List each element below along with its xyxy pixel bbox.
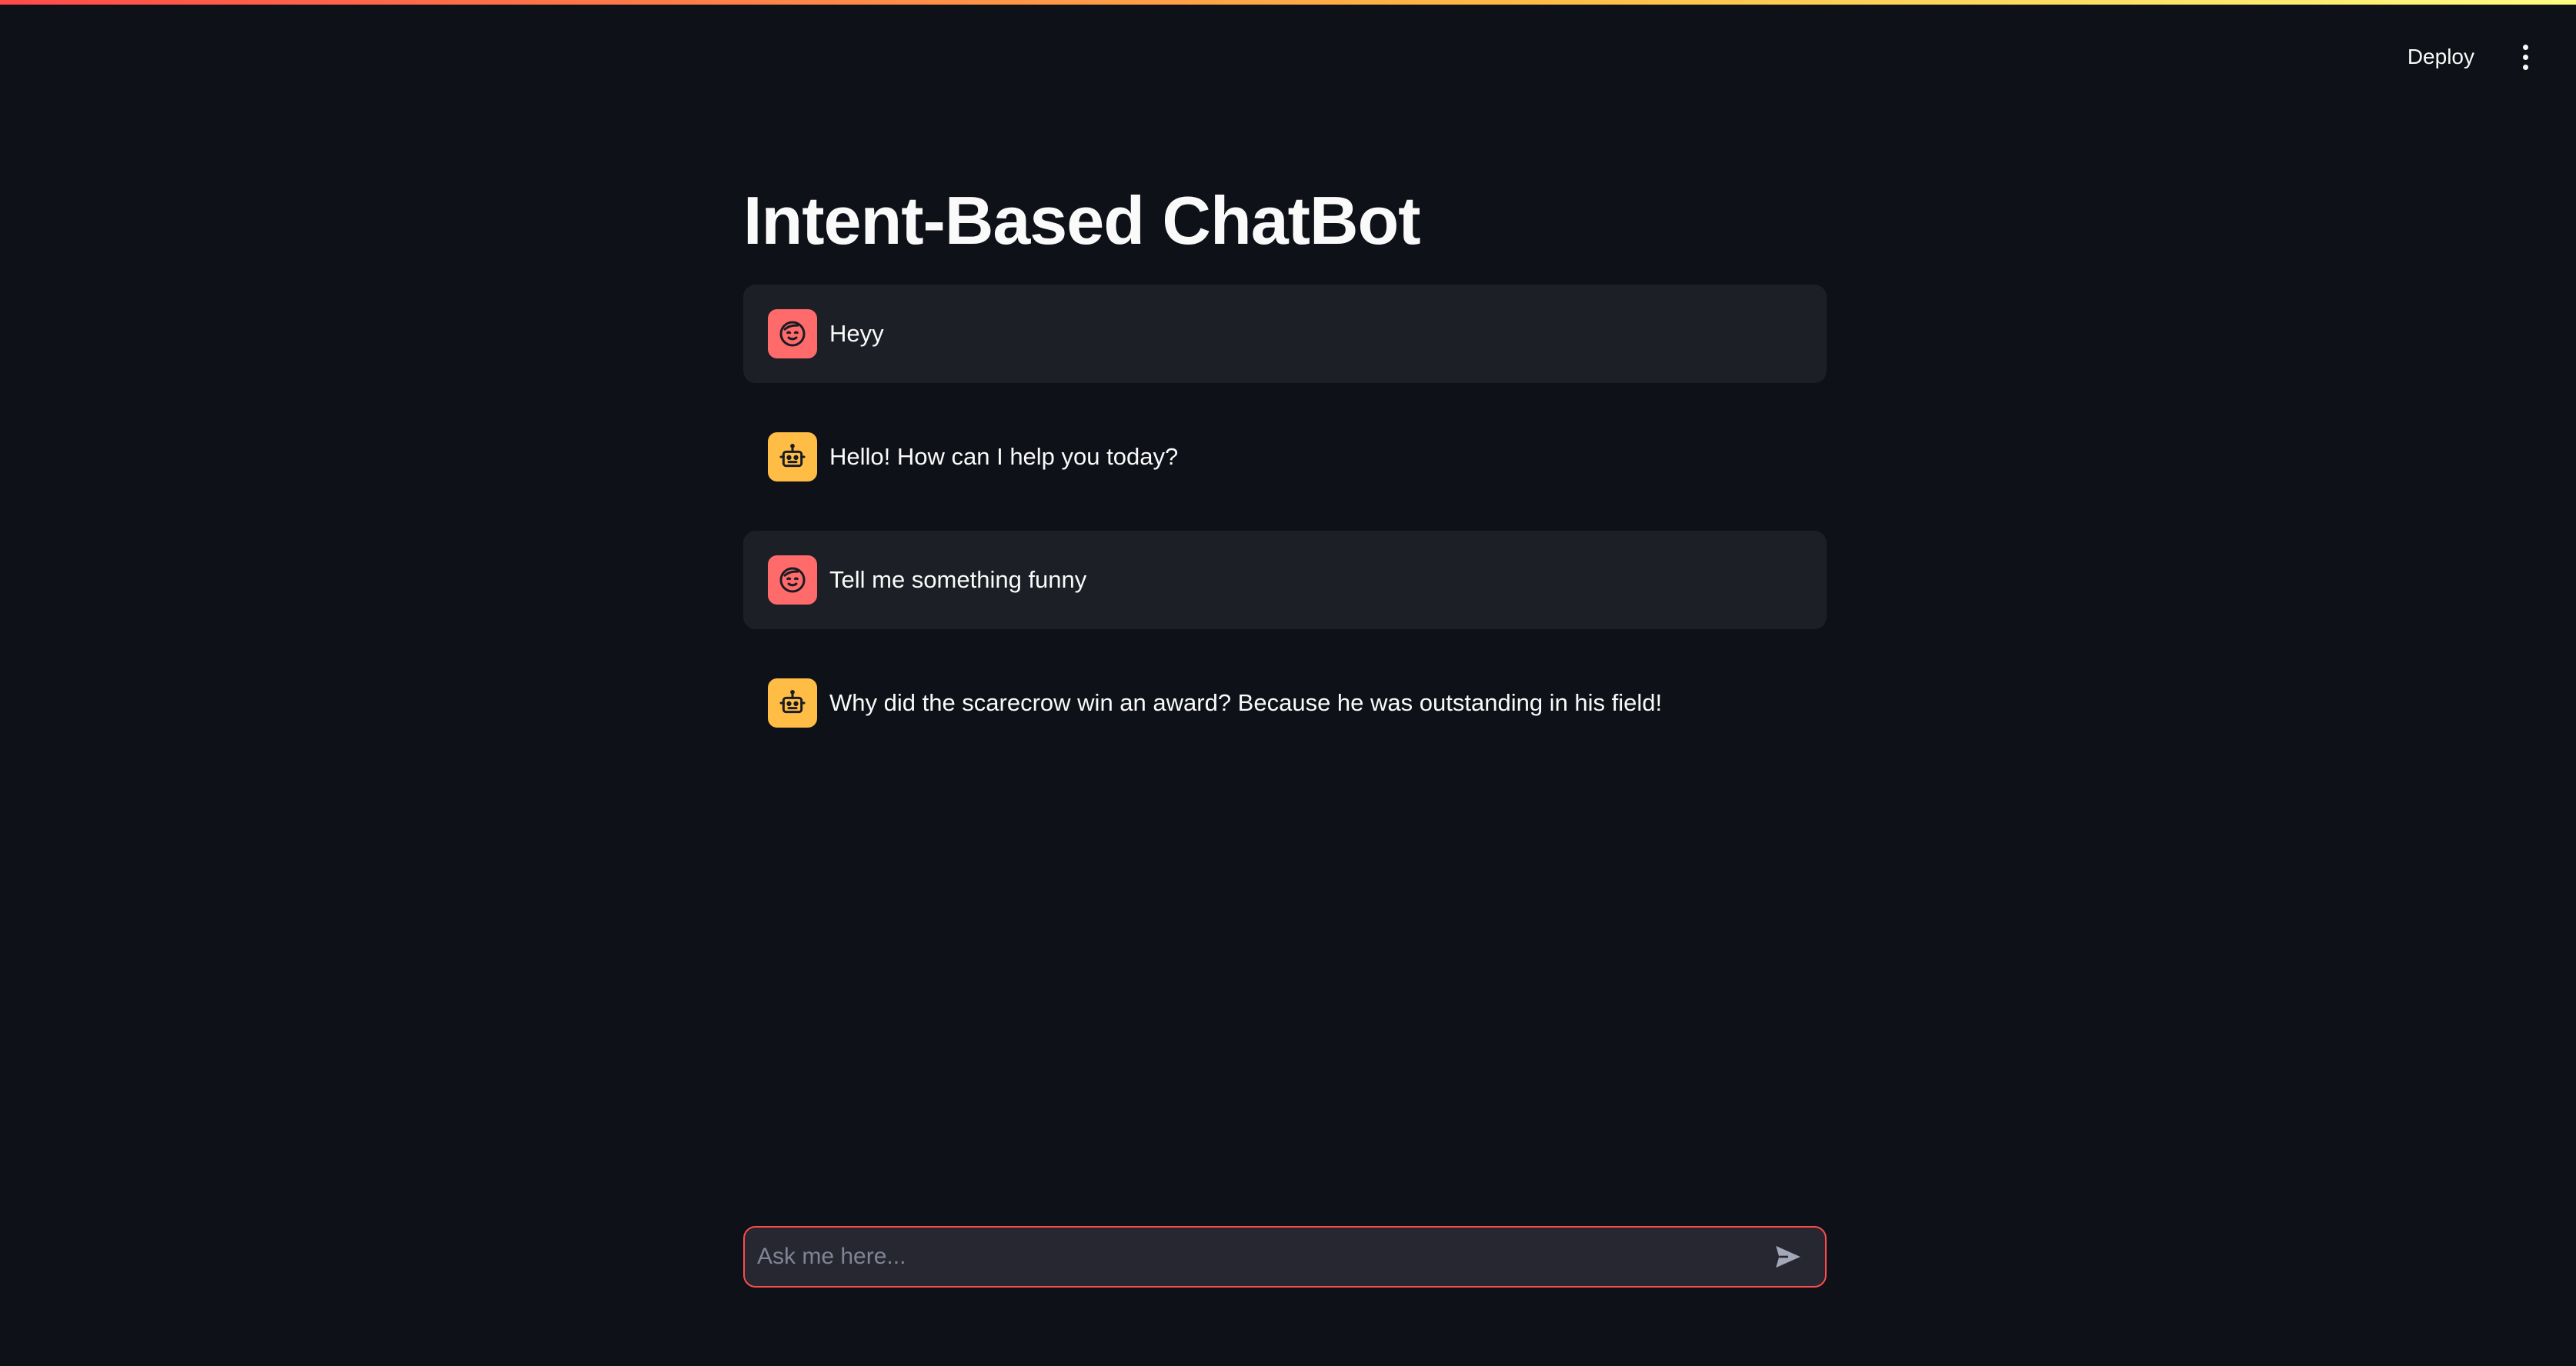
- message-text: Why did the scarecrow win an award? Beca…: [829, 689, 1663, 716]
- chat-input-container: [743, 1226, 1827, 1288]
- menu-dot: [2522, 64, 2528, 70]
- menu-dot: [2522, 44, 2528, 50]
- message-text: Tell me something funny: [829, 566, 1087, 593]
- menu-dot: [2522, 54, 2528, 60]
- robot-icon: [768, 432, 817, 481]
- page-title: Intent-Based ChatBot: [743, 182, 1421, 258]
- send-icon[interactable]: [1767, 1235, 1810, 1278]
- chat-message-assistant: Why did the scarecrow win an award? Beca…: [743, 654, 1827, 752]
- message-text: Heyy: [829, 320, 884, 347]
- header-toolbar: Deploy: [2398, 38, 2541, 75]
- top-decoration-bar: [0, 0, 2576, 5]
- chat-message-user: Tell me something funny: [743, 531, 1827, 629]
- robot-icon: [768, 678, 817, 728]
- app-root: Deploy Intent-Based ChatBot Heyy Hello! …: [0, 0, 2576, 1366]
- chat-input[interactable]: [745, 1227, 1767, 1287]
- chat-messages: Heyy Hello! How can I help you today? Te…: [743, 285, 1827, 777]
- more-vertical-icon[interactable]: [2510, 38, 2541, 75]
- chat-message-assistant: Hello! How can I help you today?: [743, 408, 1827, 506]
- deploy-button[interactable]: Deploy: [2398, 38, 2484, 75]
- chat-message-user: Heyy: [743, 285, 1827, 383]
- message-text: Hello! How can I help you today?: [829, 443, 1179, 470]
- user-face-icon: [768, 309, 817, 358]
- user-face-icon: [768, 555, 817, 605]
